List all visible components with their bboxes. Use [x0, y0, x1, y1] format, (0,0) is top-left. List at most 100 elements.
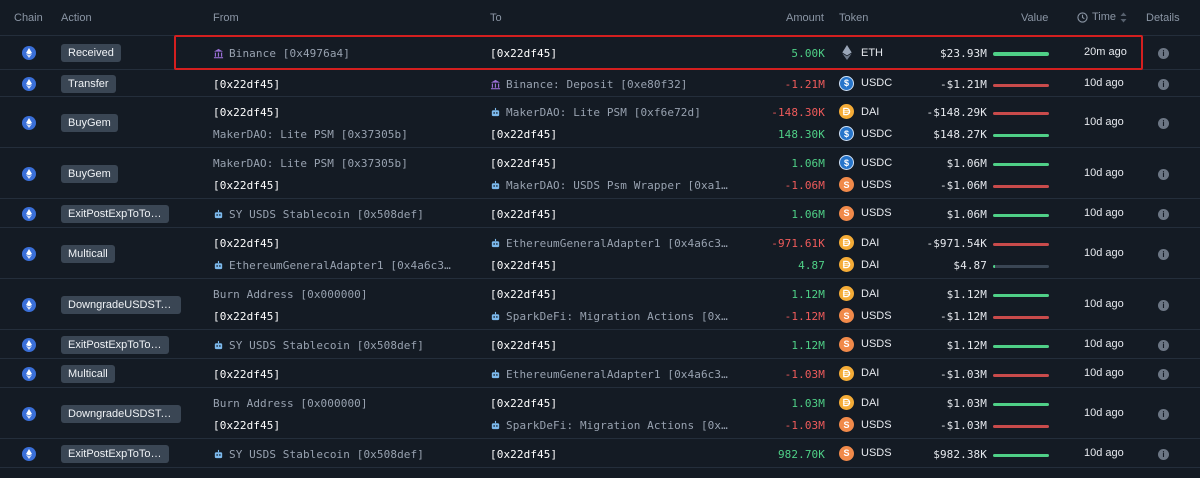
- bot-icon: [491, 238, 500, 248]
- to-address[interactable]: EthereumGeneralAdapter1 [0x4a6c3…: [490, 237, 730, 250]
- table-row[interactable]: Multicall [0x22df45] EthereumGeneralAdapte…: [0, 359, 1200, 388]
- table-row[interactable]: BuyGem MakerDAO: Lite PSM [0x37305b] [0x22…: [0, 148, 1200, 199]
- to-address[interactable]: [0x22df45]: [490, 448, 730, 461]
- token[interactable]: DAI: [839, 104, 879, 119]
- info-icon[interactable]: i: [1158, 448, 1169, 460]
- amount: -1.03M: [784, 419, 825, 432]
- value-bar-fill: [993, 83, 1049, 87]
- value-bar: [993, 453, 1049, 457]
- token[interactable]: DAI: [839, 257, 879, 272]
- usd-value: -$1.06M: [939, 179, 987, 192]
- to-address[interactable]: [0x22df45]: [490, 339, 730, 352]
- from-address[interactable]: [0x22df45]: [213, 179, 453, 192]
- to-address[interactable]: [0x22df45]: [490, 157, 730, 170]
- table-row[interactable]: Received Binance [0x4976a4] [0x22df45] 5.00…: [0, 36, 1200, 70]
- to-address[interactable]: MakerDAO: USDS Psm Wrapper [0xa1…: [490, 179, 730, 192]
- table-row[interactable]: ExitPostExpToTo… SY USDS Stablecoin [0x50…: [0, 199, 1200, 228]
- transfer-line: SY USDS Stablecoin [0x508def] [0x22df45] 1…: [0, 334, 1200, 356]
- from-address[interactable]: [0x22df45]: [213, 106, 453, 119]
- from-address-text: Binance [0x4976a4]: [229, 47, 351, 60]
- info-icon[interactable]: i: [1158, 168, 1169, 180]
- from-address[interactable]: Burn Address [0x000000]: [213, 288, 453, 301]
- from-address[interactable]: EthereumGeneralAdapter1 [0x4a6c3…: [213, 259, 453, 272]
- from-address[interactable]: [0x22df45]: [213, 310, 453, 323]
- to-address[interactable]: EthereumGeneralAdapter1 [0x4a6c3…: [490, 368, 730, 381]
- usd-value: -$1.03M: [939, 367, 987, 381]
- time-ago: 10d ago: [1084, 166, 1124, 179]
- to-address[interactable]: [0x22df45]: [490, 128, 730, 141]
- info-icon[interactable]: i: [1158, 117, 1169, 129]
- value-bar: [993, 403, 1049, 406]
- from-address[interactable]: SY USDS Stablecoin [0x508def]: [213, 208, 453, 221]
- bot-icon: [491, 369, 500, 378]
- to-address[interactable]: Binance: Deposit [0xe80f32]: [490, 78, 730, 91]
- value-bar: [993, 185, 1049, 188]
- info-icon[interactable]: i: [1158, 339, 1169, 351]
- amount: -971.61K: [771, 237, 825, 250]
- value-bar: [993, 373, 1049, 377]
- info-icon[interactable]: i: [1158, 48, 1169, 59]
- to-address[interactable]: SparkDeFi: Migration Actions [0x…: [490, 310, 730, 323]
- token[interactable]: DAI: [839, 235, 879, 250]
- info-icon[interactable]: i: [1158, 78, 1169, 90]
- to-address[interactable]: MakerDAO: Lite PSM [0xf6e72d]: [490, 106, 730, 119]
- to-address[interactable]: [0x22df45]: [490, 288, 730, 301]
- bot-icon: [491, 420, 500, 430]
- from-address[interactable]: Binance [0x4976a4]: [213, 47, 453, 60]
- amount: 1.12M: [791, 338, 825, 352]
- token[interactable]: DAI: [839, 395, 879, 410]
- transfer-line: SY USDS Stablecoin [0x508def] [0x22df45] 9…: [0, 443, 1200, 465]
- eth-icon: [839, 45, 854, 60]
- dai-icon: [839, 257, 854, 272]
- transfer-line: [0x22df45] SparkDeFi: Migration Actions […: [0, 305, 1200, 327]
- info-icon[interactable]: i: [1158, 368, 1169, 380]
- to-address-text: [0x22df45]: [490, 157, 558, 170]
- table-row[interactable]: Multicall [0x22df45] EthereumGeneralAdapte…: [0, 228, 1200, 279]
- to-address[interactable]: [0x22df45]: [490, 397, 730, 410]
- header-time-sort[interactable]: Time: [1077, 11, 1127, 23]
- from-address[interactable]: [0x22df45]: [213, 237, 453, 250]
- to-address[interactable]: [0x22df45]: [490, 208, 730, 221]
- usd-value: $23.93M: [939, 47, 987, 60]
- header-action: Action: [61, 12, 92, 24]
- value-bar-fill: [993, 344, 1049, 348]
- table-row[interactable]: DowngradeUSDSTo… Burn Address [0x000000][…: [0, 388, 1200, 439]
- table-row[interactable]: ExitPostExpToTo… SY USDS Stablecoin [0x50…: [0, 330, 1200, 359]
- token[interactable]: DAI: [839, 286, 879, 301]
- info-icon[interactable]: i: [1158, 299, 1169, 311]
- info-icon[interactable]: i: [1158, 208, 1169, 220]
- value-bar: [993, 294, 1049, 297]
- from-address[interactable]: MakerDAO: Lite PSM [0x37305b]: [213, 128, 453, 141]
- token[interactable]: DAI: [839, 365, 879, 381]
- table-row[interactable]: ExitPostExpToTo… SY USDS Stablecoin [0x50…: [0, 439, 1200, 468]
- header-amount[interactable]: Amount: [786, 12, 824, 24]
- from-address[interactable]: Burn Address [0x000000]: [213, 397, 453, 410]
- to-address-text: [0x22df45]: [490, 47, 558, 60]
- bank-icon: [490, 79, 501, 89]
- table-row[interactable]: Transfer [0x22df45] Binance: Deposit [0xe8…: [0, 70, 1200, 97]
- from-address[interactable]: [0x22df45]: [213, 368, 453, 381]
- info-icon[interactable]: i: [1158, 248, 1169, 260]
- from-address-text: [0x22df45]: [213, 237, 281, 250]
- to-address-text: [0x22df45]: [490, 447, 558, 461]
- from-address[interactable]: MakerDAO: Lite PSM [0x37305b]: [213, 157, 453, 170]
- to-address[interactable]: SparkDeFi: Migration Actions [0x…: [490, 419, 730, 432]
- from-address[interactable]: SY USDS Stablecoin [0x508def]: [213, 339, 453, 352]
- bot-icon: [491, 180, 500, 190]
- from-address[interactable]: [0x22df45]: [213, 78, 453, 91]
- to-address[interactable]: [0x22df45]: [490, 259, 730, 272]
- from-address-text: Burn Address [0x000000]: [213, 397, 368, 410]
- usdc-icon: $: [839, 155, 854, 170]
- value-bar: [993, 112, 1049, 115]
- from-address[interactable]: SY USDS Stablecoin [0x508def]: [213, 448, 453, 461]
- from-address[interactable]: [0x22df45]: [213, 419, 453, 432]
- to-address-text: [0x22df45]: [490, 207, 558, 221]
- to-address-text: SparkDeFi: Migration Actions [0x…: [506, 419, 728, 432]
- table-row[interactable]: DowngradeUSDSTo… Burn Address [0x000000][…: [0, 279, 1200, 330]
- usd-value: $1.03M: [946, 397, 987, 410]
- to-address[interactable]: [0x22df45]: [490, 47, 730, 60]
- table-row[interactable]: BuyGem [0x22df45] MakerDAO: Lite PSM [0xf6…: [0, 97, 1200, 148]
- info-icon[interactable]: i: [1158, 408, 1169, 420]
- time-ago: 10d ago: [1084, 76, 1124, 89]
- header-value[interactable]: Value: [1021, 12, 1048, 24]
